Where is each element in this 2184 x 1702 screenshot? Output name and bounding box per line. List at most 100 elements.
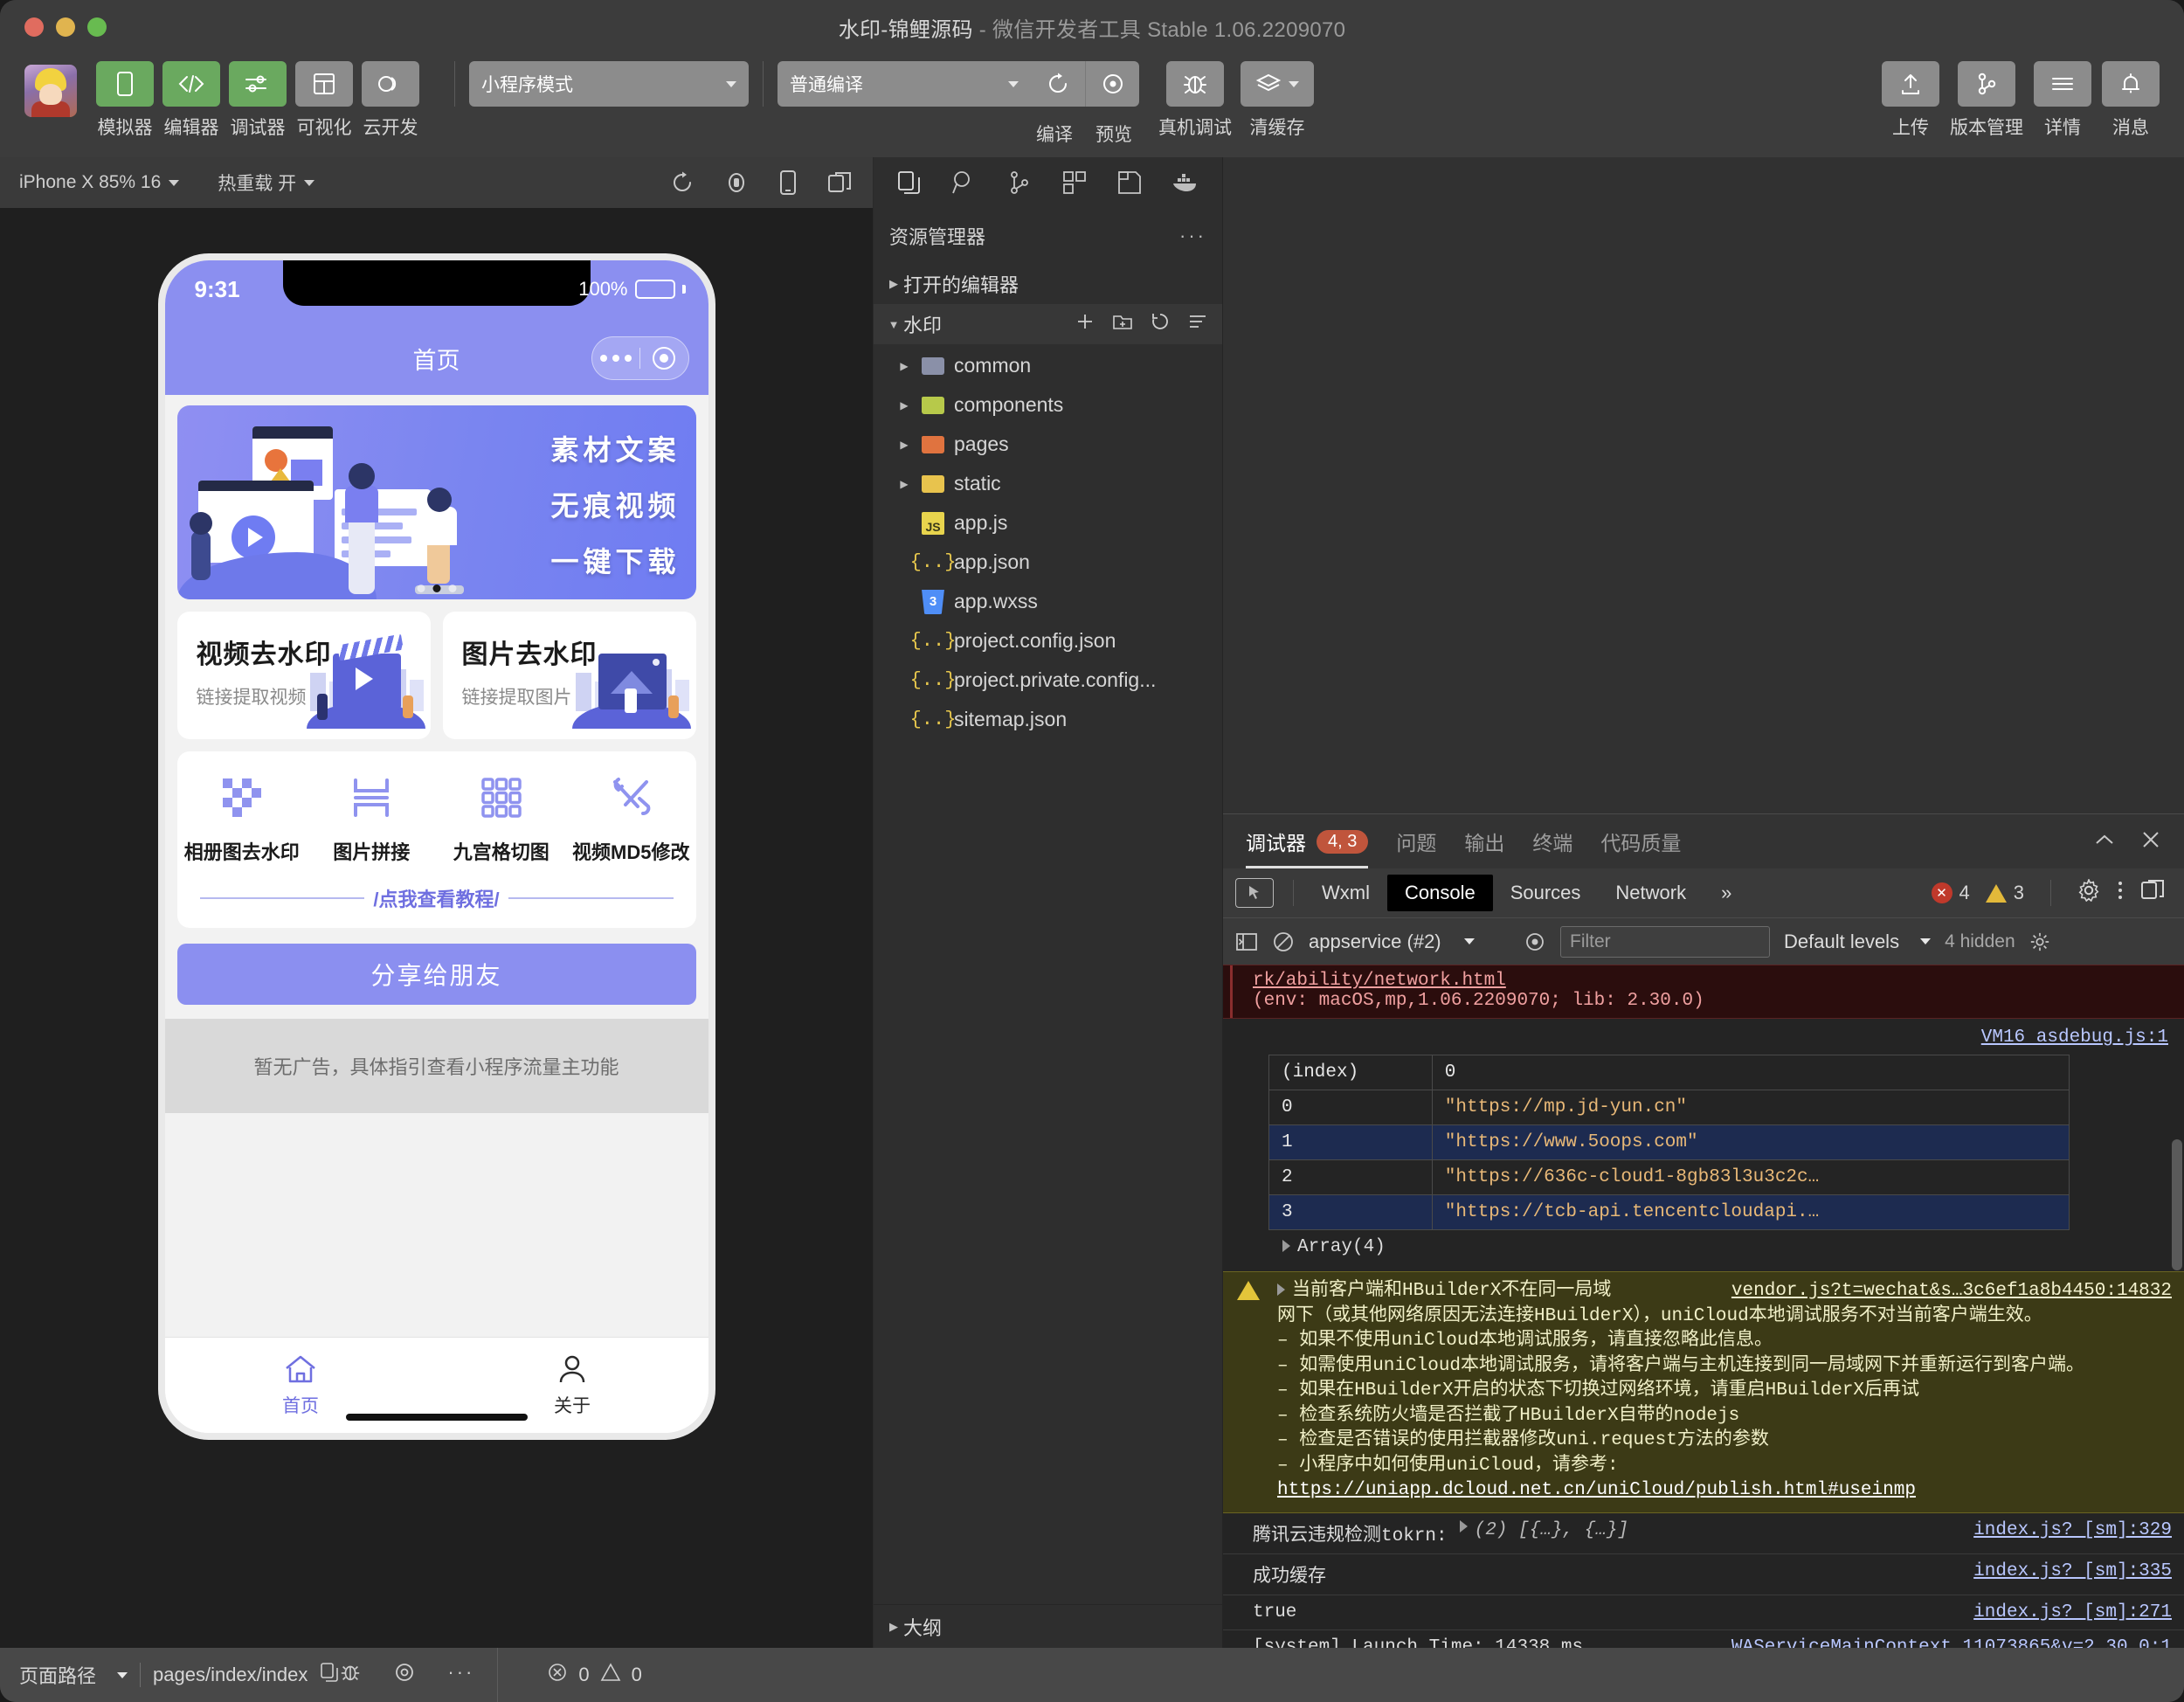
devtools-tab-terminal[interactable]: 终端 (1532, 814, 1572, 868)
grid-item-album-watermark[interactable]: 相册图去水印 (177, 771, 308, 865)
clear-console-icon[interactable] (1272, 931, 1295, 953)
record-icon[interactable] (724, 170, 749, 195)
grid-item-image-stitch[interactable]: 图片拼接 (307, 771, 437, 865)
console-array-expander[interactable]: Array(4) (1253, 1230, 2184, 1266)
cdt-tab-sources[interactable]: Sources (1493, 875, 1599, 911)
window-controls[interactable] (0, 17, 107, 37)
log-levels-select[interactable]: Default levels (1784, 931, 1932, 953)
docker-icon[interactable] (1171, 171, 1199, 194)
hot-reload-select[interactable]: 热重载 开 (218, 170, 315, 196)
files-icon[interactable] (896, 170, 923, 196)
toolbar-item-details[interactable]: 详情 (2034, 61, 2091, 140)
uniapp-doc-link[interactable]: https://uniapp.dcloud.net.cn/uniCloud/pu… (1277, 1480, 1916, 1500)
tree-item-common[interactable]: ▶ common (874, 346, 1222, 385)
chevron-right-icon[interactable]: ▶ (893, 360, 916, 372)
menu-icon[interactable] (2034, 61, 2091, 107)
mode-select[interactable]: 小程序模式 (469, 61, 749, 107)
tree-item-static[interactable]: ▶ static (874, 464, 1222, 503)
context-select[interactable]: appservice (#2) (1309, 931, 1510, 953)
layout-icon[interactable] (295, 61, 353, 107)
toolbar-item-cloud[interactable]: 云开发 (362, 61, 419, 140)
open-editors-section[interactable]: ▶ 打开的编辑器 (874, 264, 1222, 304)
promo-banner[interactable]: 素材文案 无痕视频 一键下载 (176, 405, 696, 599)
search-icon[interactable] (951, 170, 978, 196)
devtools-tab-output[interactable]: 输出 (1464, 814, 1504, 868)
new-file-icon[interactable] (1075, 312, 1095, 336)
project-section[interactable]: ▼ 水印 (874, 304, 1222, 344)
preview-button[interactable] (1085, 61, 1139, 107)
error-count-badge[interactable]: ✕ 4 (1931, 882, 1970, 904)
tree-item-sitemap[interactable]: {..} sitemap.json (874, 700, 1222, 739)
more-dots-icon[interactable] (592, 355, 640, 362)
extensions-icon[interactable] (1061, 170, 1088, 196)
tree-item-app-js[interactable]: JS app.js (874, 503, 1222, 543)
banner-pagination[interactable] (417, 585, 456, 592)
toolbar-item-editor[interactable]: 编辑器 (162, 61, 220, 140)
copy-icon[interactable] (320, 1662, 339, 1688)
source-control-icon[interactable] (1006, 170, 1033, 196)
grid-item-video-md5[interactable]: 视频MD5修改 (566, 771, 696, 865)
chevron-right-icon[interactable] (1459, 1519, 1468, 1532)
minimize-window-button[interactable] (56, 17, 75, 37)
editor-area[interactable] (1223, 157, 2184, 813)
collapse-all-icon[interactable] (1187, 312, 1208, 336)
mini-program-capsule[interactable] (591, 336, 689, 380)
chevron-up-icon[interactable] (2093, 831, 2116, 853)
devtools-tab-problems[interactable]: 问题 (1396, 814, 1436, 868)
page-path-select[interactable]: 页面路径 (19, 1661, 128, 1689)
cdt-tab-network[interactable]: Network (1598, 875, 1704, 911)
code-icon[interactable] (162, 61, 220, 107)
inspect-element-icon[interactable] (1235, 878, 1274, 908)
phone-icon[interactable] (96, 61, 154, 107)
multi-window-icon[interactable] (827, 170, 854, 195)
console-settings-gear-icon[interactable] (2029, 931, 2050, 952)
toolbar-item-simulator[interactable]: 模拟器 (96, 61, 154, 140)
git-branch-icon[interactable] (1958, 61, 2015, 107)
refresh-icon[interactable] (670, 170, 695, 195)
outline-section[interactable]: ▶ 大纲 (874, 1604, 1222, 1648)
warning-count-badge[interactable]: 3 (1985, 882, 2024, 904)
chevron-right-icon[interactable]: ▶ (893, 478, 916, 490)
eye-icon[interactable] (393, 1661, 416, 1689)
console-row-source[interactable]: index.js? [sm]:329 (1954, 1520, 2172, 1540)
console-row-extra[interactable]: (2) [{…}, {…}] (1475, 1520, 1628, 1540)
devtools-tab-debugger[interactable]: 调试器 4, 3 (1246, 814, 1369, 868)
kebab-icon[interactable] (2116, 879, 2125, 907)
device-select[interactable]: iPhone X 85% 16 (19, 172, 180, 193)
bug-icon[interactable] (1166, 61, 1224, 107)
share-button[interactable]: 分享给朋友 (176, 944, 696, 1005)
maximize-window-button[interactable] (87, 17, 107, 37)
toolbar-item-messages[interactable]: 消息 (2102, 61, 2160, 140)
sliders-icon[interactable] (229, 61, 287, 107)
console-row-source[interactable]: index.js? [sm]:335 (1954, 1561, 2172, 1581)
warning-source-link[interactable]: vendor.js?t=wechat&s…3c6ef1a8b4450:14832 (1731, 1279, 2172, 1304)
compile-select[interactable]: 普通编译 (778, 61, 1031, 107)
filter-input[interactable]: Filter (1560, 925, 1770, 958)
status-problems[interactable]: 0 0 (497, 1648, 847, 1702)
chevron-right-icon[interactable]: ▶ (893, 399, 916, 412)
tree-item-project-config[interactable]: {..} project.config.json (874, 621, 1222, 661)
grid-item-grid9-cut[interactable]: 九宫格切图 (437, 771, 567, 865)
tutorial-link[interactable]: /点我查看教程/ (199, 884, 674, 912)
toolbar-item-clear-cache[interactable]: 清缓存 (1241, 61, 1314, 140)
tree-item-app-json[interactable]: {..} app.json (874, 543, 1222, 582)
console-output[interactable]: rk/ability/network.html (env: macOS,mp,1… (1223, 965, 2184, 1648)
bug-icon[interactable] (339, 1661, 362, 1689)
save-all-icon[interactable] (1116, 170, 1143, 196)
toolbar-item-debugger[interactable]: 调试器 (229, 61, 287, 140)
cdt-tab-console[interactable]: Console (1386, 875, 1493, 911)
console-scrollbar[interactable] (2172, 1139, 2182, 1270)
device-rotate-icon[interactable] (778, 170, 798, 196)
cdt-tab-wxml[interactable]: Wxml (1304, 875, 1387, 911)
avatar[interactable] (24, 65, 77, 117)
gear-icon[interactable] (2077, 877, 2100, 907)
more-icon[interactable]: ··· (447, 1661, 474, 1689)
console-row-source[interactable]: WAServiceMainContext…11073865&v=2.30.0:1 (1712, 1637, 2172, 1648)
card-image-watermark[interactable]: 图片去水印 链接提取图片 (442, 612, 696, 739)
chevron-right-icon[interactable] (1277, 1283, 1285, 1297)
cloud-icon[interactable] (362, 61, 419, 107)
tree-item-app-wxss[interactable]: 3 app.wxss (874, 582, 1222, 621)
cdt-more-tabs-button[interactable]: » (1704, 875, 1749, 911)
devtools-tab-code-quality[interactable]: 代码质量 (1600, 814, 1681, 868)
upload-icon[interactable] (1882, 61, 1939, 107)
